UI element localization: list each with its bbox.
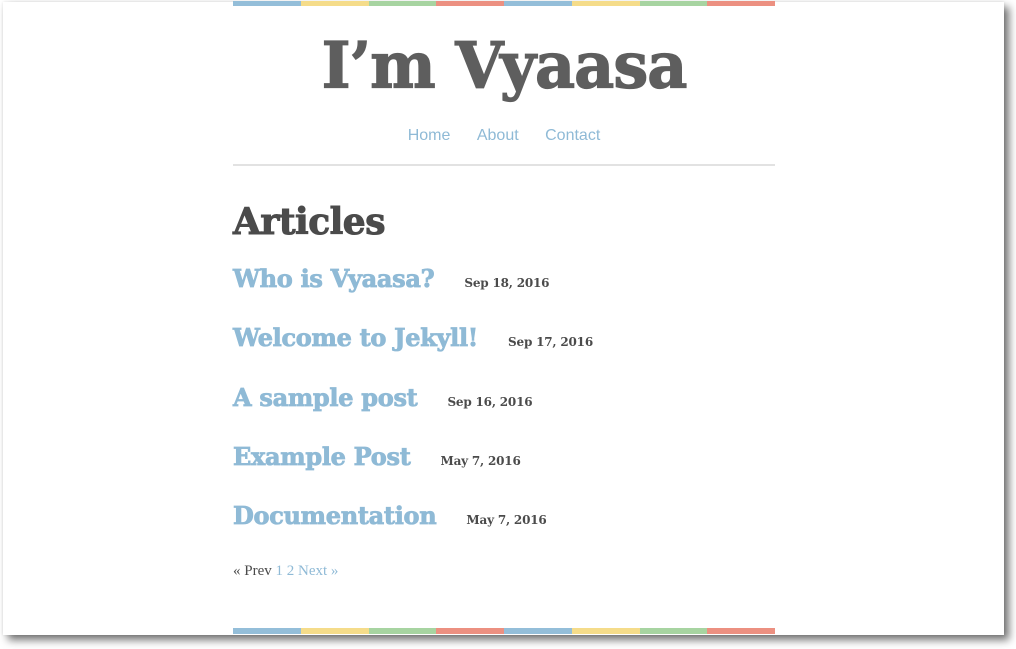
stripe-segment-red [436, 628, 504, 634]
stripe-segment-red [707, 1, 775, 6]
post-date: Sep 17, 2016 [508, 335, 593, 349]
nav-home-link[interactable]: Home [408, 127, 451, 144]
top-color-stripe [233, 1, 775, 6]
stripe-segment-blue [504, 1, 572, 6]
site-title[interactable]: I’m Vyaasa [233, 25, 775, 107]
page-heading: Articles [233, 201, 386, 244]
post-date: May 7, 2016 [466, 513, 547, 527]
stripe-segment-yellow [571, 628, 640, 634]
stripe-segment-red [436, 1, 504, 6]
nav-about-link[interactable]: About [477, 127, 519, 144]
stripe-segment-green [368, 1, 437, 6]
post-title-link[interactable]: Documentation [233, 501, 438, 531]
nav-contact-link[interactable]: Contact [545, 127, 600, 144]
post-date: May 7, 2016 [440, 454, 521, 468]
pagination: « Prev 1 2 Next » [233, 563, 338, 580]
post-title-link[interactable]: A sample post [233, 383, 419, 413]
stripe-segment-blue [233, 628, 301, 634]
post-item: Welcome to Jekyll! Sep 17, 2016 [233, 323, 594, 353]
stripe-segment-red [707, 628, 775, 634]
stripe-segment-green [368, 628, 437, 634]
stripe-segment-blue [233, 1, 301, 6]
post-title-link[interactable]: Example Post [233, 442, 412, 472]
main-nav: Home About Contact [233, 127, 775, 145]
post-title-link[interactable]: Who is Vyaasa? [233, 264, 435, 294]
stripe-segment-green [639, 628, 708, 634]
post-title-link[interactable]: Welcome to Jekyll! [233, 323, 479, 353]
pagination-next-link[interactable]: Next » [298, 563, 338, 579]
post-date: Sep 16, 2016 [447, 395, 533, 409]
stripe-segment-yellow [300, 628, 369, 634]
stripe-segment-yellow [300, 1, 369, 6]
post-item: Example Post May 7, 2016 [233, 442, 521, 472]
stripe-segment-blue [504, 628, 572, 634]
post-date: Sep 18, 2016 [464, 276, 550, 290]
stripe-segment-green [639, 1, 708, 6]
post-item: Documentation May 7, 2016 [233, 501, 547, 531]
pagination-page-1[interactable]: 1 [276, 563, 284, 579]
stripe-segment-yellow [571, 1, 640, 6]
header-divider [233, 164, 775, 166]
pagination-prev-disabled: « Prev [233, 563, 272, 579]
post-item: A sample post Sep 16, 2016 [233, 383, 533, 413]
post-item: Who is Vyaasa? Sep 18, 2016 [233, 264, 550, 294]
bottom-color-stripe [233, 628, 775, 634]
pagination-page-2[interactable]: 2 [287, 563, 295, 579]
